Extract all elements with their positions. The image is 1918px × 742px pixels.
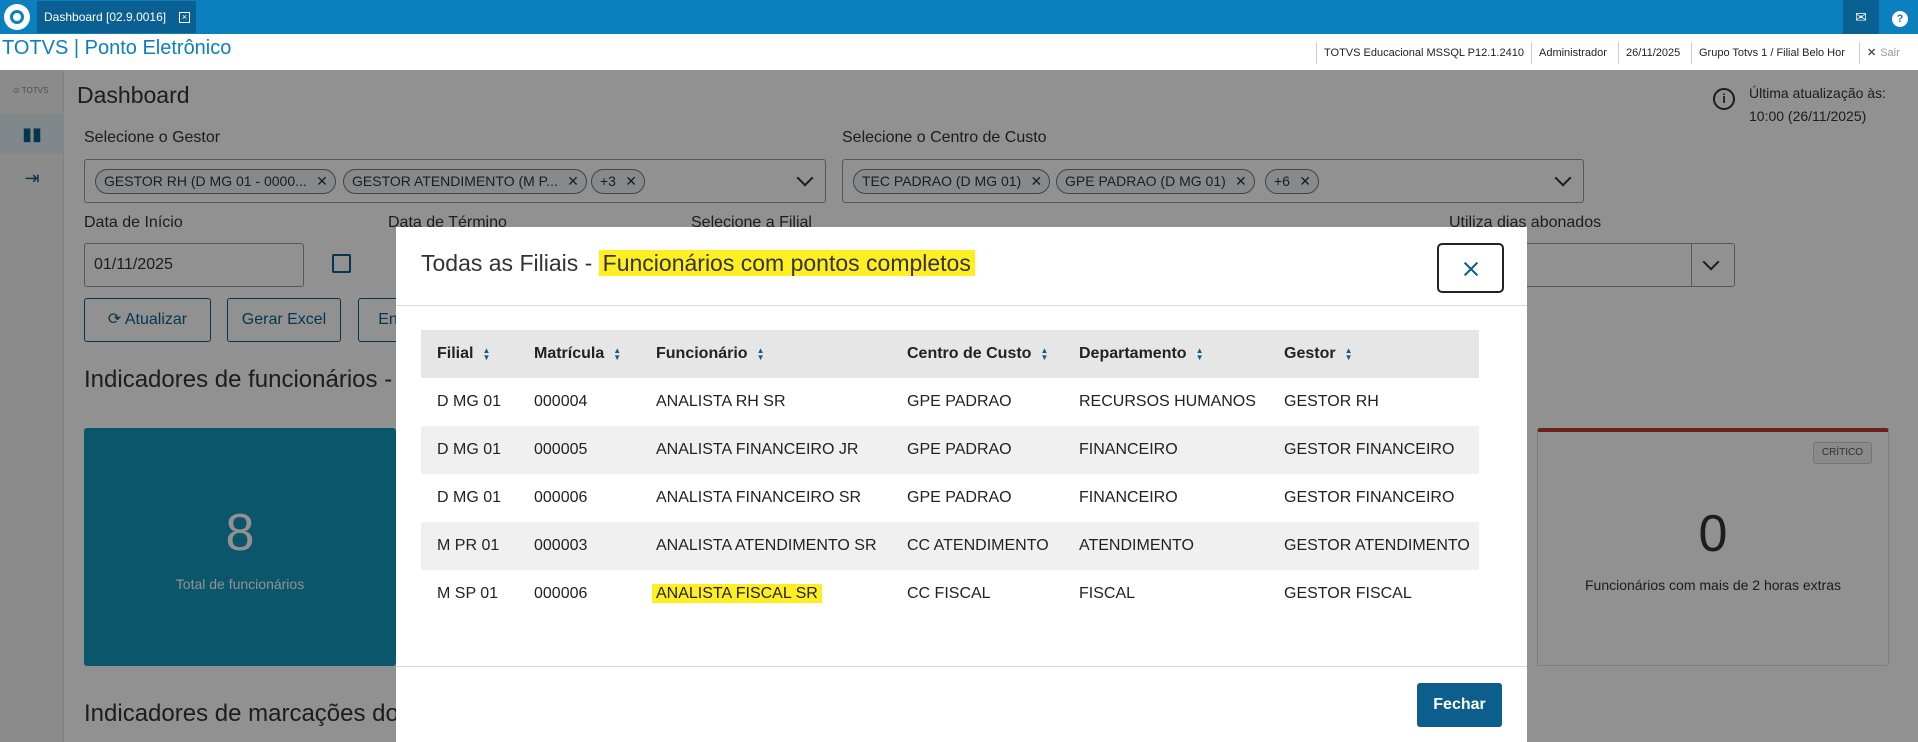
cell-departamento: ATENDIMENTO bbox=[1079, 537, 1194, 554]
cell-gestor: GESTOR FINANCEIRO bbox=[1284, 441, 1455, 458]
date-info: 26/11/2025 bbox=[1618, 42, 1680, 64]
cell-matricula: 000006 bbox=[534, 489, 588, 506]
totvs-logo-icon[interactable] bbox=[4, 4, 30, 30]
help-icon[interactable]: ? bbox=[1882, 0, 1918, 34]
cell-gestor: GESTOR FINANCEIRO bbox=[1284, 489, 1455, 506]
branch-info: Grupo Totvs 1 / Filial Belo Hor bbox=[1691, 42, 1845, 64]
cell-matricula: 000003 bbox=[534, 537, 588, 554]
highlighted-text: ANALISTA FISCAL SR bbox=[652, 584, 822, 603]
modal-title: Todas as Filiais - Funcionários com pont… bbox=[421, 250, 975, 277]
cell-centro-custo: GPE PADRAO bbox=[907, 489, 1012, 506]
sort-icon[interactable]: ▲ ▼ bbox=[482, 346, 490, 361]
cell-departamento: RECURSOS HUMANOS bbox=[1079, 393, 1256, 410]
divider bbox=[396, 666, 1527, 667]
column-header-departamento[interactable]: Departamento ▲ ▼ bbox=[1079, 330, 1204, 378]
table-row[interactable]: D MG 01 000006 ANALISTA FINANCEIRO SR GP… bbox=[421, 474, 1479, 522]
cell-centro-custo: GPE PADRAO bbox=[907, 441, 1012, 458]
cell-centro-custo: CC ATENDIMENTO bbox=[907, 537, 1049, 554]
sort-icon[interactable]: ▲ ▼ bbox=[613, 346, 621, 361]
employees-table: Filial ▲ ▼ Matrícula ▲ ▼ Funcionário ▲ ▼ Centr… bbox=[421, 330, 1479, 618]
cell-filial: M PR 01 bbox=[437, 537, 500, 554]
logout-label: Sair bbox=[1880, 47, 1900, 59]
cell-filial: D MG 01 bbox=[437, 441, 502, 458]
tab-label: Dashboard [02.9.0016] bbox=[44, 10, 167, 24]
divider bbox=[396, 305, 1527, 306]
cell-centro-custo: CC FISCAL bbox=[907, 585, 991, 602]
cell-gestor: GESTOR ATENDIMENTO bbox=[1284, 537, 1470, 554]
app-header: TOTVS | Ponto Eletrônico TOTVS Educacion… bbox=[0, 34, 1918, 70]
cell-departamento: FINANCEIRO bbox=[1079, 441, 1178, 458]
column-header-gestor[interactable]: Gestor ▲ ▼ bbox=[1284, 330, 1353, 378]
sort-icon[interactable]: ▲ ▼ bbox=[1196, 346, 1204, 361]
cell-matricula: 000005 bbox=[534, 441, 588, 458]
table-header: Filial ▲ ▼ Matrícula ▲ ▼ Funcionário ▲ ▼ Centr… bbox=[421, 330, 1479, 378]
sort-icon[interactable]: ▲ ▼ bbox=[757, 346, 765, 361]
table-row[interactable]: M SP 01 000006 ANALISTA FISCAL SR CC FIS… bbox=[421, 570, 1479, 618]
table-row[interactable]: M PR 01 000003 ANALISTA ATENDIMENTO SR C… bbox=[421, 522, 1479, 570]
table-row[interactable]: D MG 01 000005 ANALISTA FINANCEIRO JR GP… bbox=[421, 426, 1479, 474]
cell-filial: D MG 01 bbox=[437, 489, 502, 506]
close-icon[interactable] bbox=[1437, 243, 1504, 293]
cell-matricula: 000006 bbox=[534, 585, 588, 602]
table-row[interactable]: D MG 01 000004 ANALISTA RH SR GPE PADRAO… bbox=[421, 378, 1479, 426]
modal-title-highlight: Funcionários com pontos completos bbox=[598, 250, 975, 276]
cell-gestor: GESTOR FISCAL bbox=[1284, 585, 1412, 602]
cell-centro-custo: GPE PADRAO bbox=[907, 393, 1012, 410]
sort-icon[interactable]: ▲ ▼ bbox=[1040, 346, 1048, 361]
sort-icon[interactable]: ▲ ▼ bbox=[1345, 346, 1353, 361]
cell-funcionario: ANALISTA RH SR bbox=[656, 393, 786, 410]
column-header-centro-custo[interactable]: Centro de Custo ▲ ▼ bbox=[907, 330, 1048, 378]
title-bar: Dashboard [02.9.0016] × ✉ ? bbox=[0, 0, 1918, 34]
fechar-button[interactable]: Fechar bbox=[1417, 683, 1502, 727]
cell-funcionario: ANALISTA FINANCEIRO JR bbox=[656, 441, 859, 458]
mail-icon[interactable]: ✉ bbox=[1843, 0, 1879, 34]
cell-gestor: GESTOR RH bbox=[1284, 393, 1379, 410]
close-icon: ✕ bbox=[1867, 47, 1877, 59]
column-header-matricula[interactable]: Matrícula ▲ ▼ bbox=[534, 330, 621, 378]
environment-info: TOTVS Educacional MSSQL P12.1.2410 bbox=[1316, 42, 1524, 64]
column-header-filial[interactable]: Filial ▲ ▼ bbox=[437, 330, 490, 378]
cell-filial: M SP 01 bbox=[437, 585, 499, 602]
cell-filial: D MG 01 bbox=[437, 393, 502, 410]
cell-departamento: FISCAL bbox=[1079, 585, 1136, 602]
app-title: TOTVS | Ponto Eletrônico bbox=[2, 37, 232, 59]
column-header-funcionario[interactable]: Funcionário ▲ ▼ bbox=[656, 330, 764, 378]
cell-departamento: FINANCEIRO bbox=[1079, 489, 1178, 506]
employees-modal: Todas as Filiais - Funcionários com pont… bbox=[396, 227, 1527, 742]
cell-funcionario: ANALISTA ATENDIMENTO SR bbox=[656, 537, 877, 554]
user-info: Administrador bbox=[1531, 42, 1607, 64]
cell-funcionario: ANALISTA FISCAL SR bbox=[652, 570, 822, 618]
cell-matricula: 000004 bbox=[534, 393, 588, 410]
cell-funcionario: ANALISTA FINANCEIRO SR bbox=[656, 489, 862, 506]
close-tab-icon[interactable]: × bbox=[179, 12, 190, 23]
tab-dashboard[interactable]: Dashboard [02.9.0016] × bbox=[37, 1, 196, 33]
logout-button[interactable]: ✕ Sair bbox=[1859, 42, 1900, 64]
